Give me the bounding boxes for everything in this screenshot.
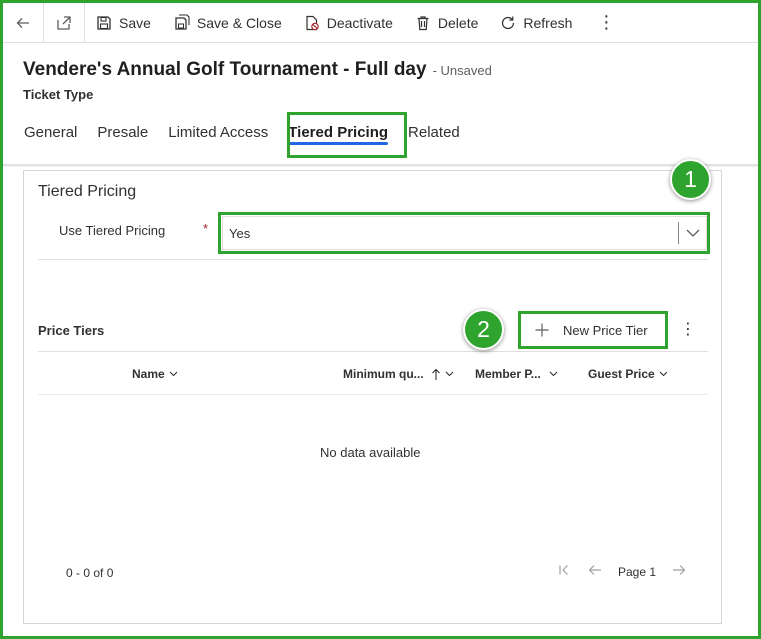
record-title: Vendere's Annual Golf Tournament - Full … (23, 59, 427, 80)
new-price-tier-label: New Price Tier (563, 322, 648, 338)
command-bar: Save Save & Close Deactivate Delete Refr… (3, 3, 758, 43)
deactivate-button[interactable]: Deactivate (293, 3, 404, 42)
more-commands-button[interactable]: ⋮ (583, 12, 629, 33)
column-label: Name (132, 367, 165, 381)
sort-ascending-icon (431, 368, 440, 380)
first-page-button[interactable] (558, 564, 570, 576)
right-arrow-icon (673, 565, 686, 575)
use-tiered-pricing-label: Use Tiered Pricing (59, 223, 166, 238)
section-divider (38, 259, 708, 260)
chevron-down-icon (169, 371, 178, 377)
section-title: Tiered Pricing (38, 183, 137, 200)
grid-more-button[interactable]: ⋮ (680, 319, 696, 339)
tab-related[interactable]: Related (398, 118, 470, 151)
chevron-down-icon (549, 371, 558, 377)
chevron-down-icon (445, 371, 454, 377)
tab-limited-access[interactable]: Limited Access (158, 118, 278, 151)
grid-pager: Page 1 (558, 561, 686, 579)
callout-badge-1: 1 (670, 159, 711, 200)
header-shadow (3, 164, 758, 167)
refresh-button[interactable]: Refresh (489, 3, 583, 42)
save-button[interactable]: Save (85, 3, 162, 42)
open-in-new-window-button[interactable] (44, 3, 84, 42)
column-header-name[interactable]: Name (132, 367, 178, 381)
save-and-close-icon (175, 14, 190, 30)
grid-header-divider (38, 394, 708, 395)
back-arrow-icon (16, 17, 29, 28)
save-label: Save (119, 14, 151, 31)
column-header-member-price[interactable]: Member P... (475, 367, 558, 381)
tab-highlight-box (287, 112, 407, 158)
deactivate-icon (306, 15, 319, 30)
column-label: Member P... (475, 367, 541, 381)
column-header-minimum-quantity[interactable]: Minimum qu... (343, 367, 454, 381)
tiered-pricing-section: Tiered Pricing Use Tiered Pricing * Yes … (23, 170, 722, 624)
column-header-guest-price[interactable]: Guest Price (588, 367, 668, 381)
record-header: Vendere's Annual Golf Tournament - Full … (23, 59, 492, 81)
new-price-tier-button[interactable]: New Price Tier (518, 311, 668, 349)
save-and-close-label: Save & Close (196, 14, 282, 31)
price-tiers-title: Price Tiers (38, 323, 105, 338)
record-count: 0 - 0 of 0 (66, 566, 114, 580)
empty-grid-message: No data available (320, 445, 421, 460)
back-button[interactable] (3, 3, 43, 42)
save-and-close-button[interactable]: Save & Close (162, 3, 293, 42)
open-in-new-window-icon (57, 15, 71, 30)
required-indicator: * (203, 221, 209, 236)
save-icon (97, 15, 111, 30)
unsaved-status: - Unsaved (432, 63, 492, 78)
first-page-icon (559, 565, 568, 575)
delete-label: Delete (437, 14, 479, 31)
delete-button[interactable]: Delete (404, 3, 489, 42)
tab-presale[interactable]: Presale (87, 118, 158, 151)
entity-name: Ticket Type (23, 87, 94, 102)
left-arrow-icon (588, 565, 601, 575)
previous-page-button[interactable] (588, 564, 602, 576)
plus-icon (535, 323, 549, 337)
next-page-button[interactable] (672, 564, 686, 576)
callout-badge-2: 2 (463, 309, 504, 350)
tab-general[interactable]: General (14, 118, 87, 151)
column-label: Minimum qu... (343, 367, 424, 381)
page-label: Page 1 (618, 565, 657, 579)
column-label: Guest Price (588, 367, 655, 381)
refresh-icon (502, 16, 515, 29)
grid-divider (38, 351, 708, 352)
deactivate-label: Deactivate (326, 14, 393, 31)
trash-icon (417, 15, 429, 30)
select-highlight-box (218, 212, 710, 254)
chevron-down-icon (659, 371, 668, 377)
refresh-label: Refresh (523, 14, 573, 31)
